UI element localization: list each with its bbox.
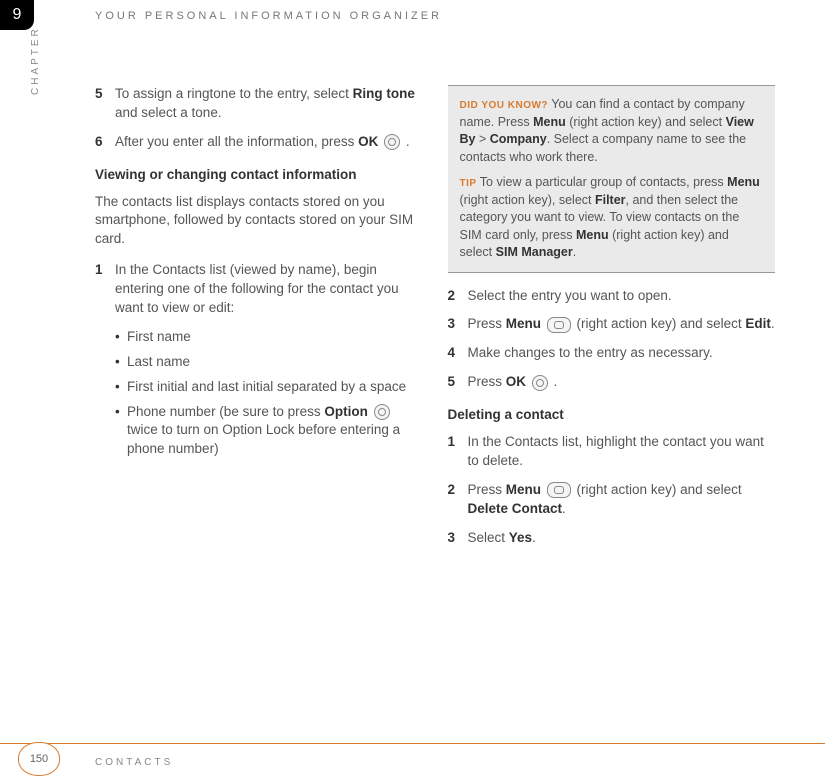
list-item: •Last name <box>115 353 423 372</box>
step-number: 4 <box>448 344 468 363</box>
step-number: 1 <box>95 261 115 318</box>
step-number: 2 <box>448 287 468 306</box>
step-text: In the Contacts list (viewed by name), b… <box>115 261 423 318</box>
tip-label: TIP <box>460 178 477 189</box>
menu-key-icon <box>547 317 571 333</box>
list-item: •Phone number (be sure to press Option t… <box>115 403 423 460</box>
step-2: 2 Select the entry you want to open. <box>448 287 776 306</box>
right-column: DID YOU KNOW? You can find a contact by … <box>448 85 776 557</box>
page-number: 150 <box>18 742 60 776</box>
left-column: 5 To assign a ringtone to the entry, sel… <box>95 85 423 557</box>
step-number: 5 <box>448 373 468 392</box>
tip-box: DID YOU KNOW? You can find a contact by … <box>448 85 776 273</box>
chapter-number: 9 <box>13 6 22 24</box>
step-text: To assign a ringtone to the entry, selec… <box>115 85 423 123</box>
delete-step-1: 1 In the Contacts list, highlight the co… <box>448 433 776 471</box>
bullet-list: •First name •Last name •First initial an… <box>115 328 423 459</box>
list-item: •First initial and last initial separate… <box>115 378 423 397</box>
step-text: Press Menu (right action key) and select… <box>468 315 776 334</box>
chapter-tab: 9 <box>0 0 34 30</box>
step-text: Press Menu (right action key) and select… <box>468 481 776 519</box>
step-5: 5 To assign a ringtone to the entry, sel… <box>95 85 423 123</box>
step-text: Select the entry you want to open. <box>468 287 776 306</box>
step-4: 4 Make changes to the entry as necessary… <box>448 344 776 363</box>
page-footer: 150 CONTACTS <box>0 743 825 782</box>
step-6: 6 After you enter all the information, p… <box>95 133 423 152</box>
step-text: After you enter all the information, pre… <box>115 133 423 152</box>
step-number: 1 <box>448 433 468 471</box>
section-heading: Viewing or changing contact information <box>95 166 423 185</box>
step-text: In the Contacts list, highlight the cont… <box>468 433 776 471</box>
step-1: 1 In the Contacts list (viewed by name),… <box>95 261 423 318</box>
step-text: Make changes to the entry as necessary. <box>468 344 776 363</box>
chapter-label: CHAPTER <box>30 26 41 95</box>
did-you-know: DID YOU KNOW? You can find a contact by … <box>460 96 764 166</box>
menu-key-icon <box>547 482 571 498</box>
ok-key-icon <box>532 375 548 391</box>
delete-step-3: 3 Select Yes. <box>448 529 776 548</box>
step-text: Press OK . <box>468 373 776 392</box>
step-number: 3 <box>448 315 468 334</box>
step-number: 6 <box>95 133 115 152</box>
page-content: 5 To assign a ringtone to the entry, sel… <box>95 85 775 557</box>
dyk-label: DID YOU KNOW? <box>460 100 549 111</box>
paragraph: The contacts list displays contacts stor… <box>95 193 423 250</box>
delete-step-2: 2 Press Menu (right action key) and sele… <box>448 481 776 519</box>
step-3: 3 Press Menu (right action key) and sele… <box>448 315 776 334</box>
step-number: 3 <box>448 529 468 548</box>
step-number: 5 <box>95 85 115 123</box>
footer-section: CONTACTS <box>95 757 173 768</box>
option-key-icon <box>374 404 390 420</box>
running-header: YOUR PERSONAL INFORMATION ORGANIZER <box>95 10 442 22</box>
tip: TIP To view a particular group of contac… <box>460 174 764 262</box>
ok-key-icon <box>384 134 400 150</box>
step-5b: 5 Press OK . <box>448 373 776 392</box>
section-heading: Deleting a contact <box>448 406 776 425</box>
list-item: •First name <box>115 328 423 347</box>
step-text: Select Yes. <box>468 529 776 548</box>
step-number: 2 <box>448 481 468 519</box>
